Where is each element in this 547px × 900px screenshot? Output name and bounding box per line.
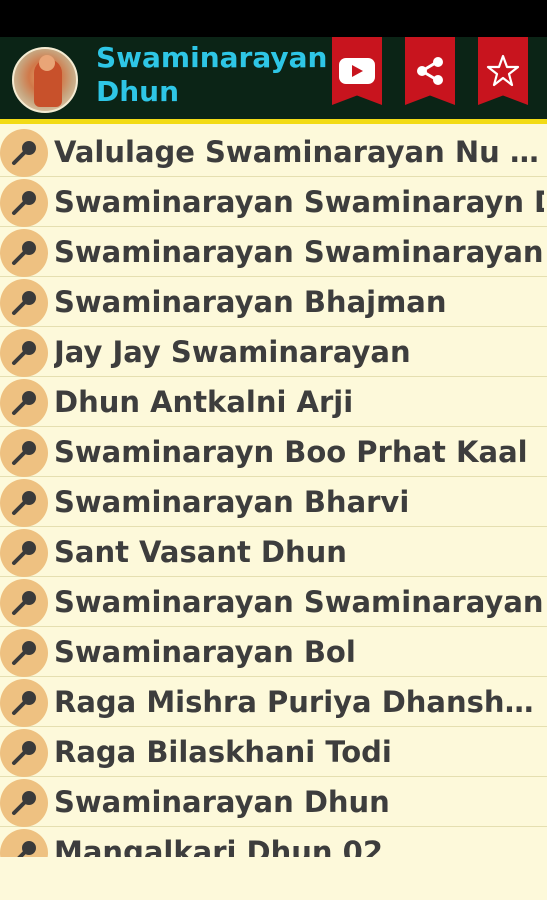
app-logo [12,47,78,113]
microphone-icon [0,229,48,277]
microphone-icon [0,479,48,527]
song-item[interactable]: Sant Vasant Dhun [0,527,547,577]
song-title: Jay Jay Swaminarayan [54,335,411,369]
song-title: Sant Vasant Dhun [54,535,347,569]
song-title: Swaminarayan Dhun [54,785,390,819]
song-title: Raga Bilaskhani Todi [54,735,392,769]
song-item[interactable]: Swaminarayan Swaminarayan [0,577,547,627]
microphone-icon [0,379,48,427]
song-item[interactable]: Dhun Antkalni Arji [0,377,547,427]
song-list[interactable]: Valulage Swaminarayan Nu Nam Swaminarayan… [0,127,547,857]
youtube-button[interactable] [332,37,382,105]
song-item[interactable]: Swaminarayan Bharvi [0,477,547,527]
song-title: Dhun Antkalni Arji [54,385,354,419]
favorite-button[interactable] [478,37,528,105]
share-icon [417,57,443,85]
microphone-icon [0,529,48,577]
song-item[interactable]: Swaminarayan Swaminarayn D... [0,177,547,227]
song-title: Swaminarayan Bharvi [54,485,410,519]
song-title: Swaminarayan Swaminarayn D... [54,185,544,219]
star-icon [486,54,520,87]
song-title: Swaminarayan Bhajman [54,285,447,319]
song-item[interactable]: Swaminarayan Bhajman [0,277,547,327]
status-bar [0,0,547,37]
share-button[interactable] [405,37,455,105]
microphone-icon [0,679,48,727]
microphone-icon [0,179,48,227]
app-header: Swaminarayan Dhun [0,37,547,119]
microphone-icon [0,729,48,777]
app-title-line1: Swaminarayan [96,41,328,74]
song-title: Mangalkari Dhun 02 [54,835,383,857]
microphone-icon [0,129,48,177]
microphone-icon [0,829,48,857]
app-title: Swaminarayan Dhun [96,41,328,109]
app-title-line2: Dhun [96,75,180,108]
song-item[interactable]: Swaminarayan Swaminarayan... [0,227,547,277]
song-item[interactable]: Mangalkari Dhun 02 [0,827,547,857]
bottom-area [0,857,547,900]
song-title: Swaminarayan Swaminarayan [54,585,544,619]
song-item[interactable]: Valulage Swaminarayan Nu Nam [0,127,547,177]
song-title: Valulage Swaminarayan Nu Nam [54,135,544,169]
youtube-icon [339,58,375,84]
song-item[interactable]: Swaminarayn Boo Prhat Kaal [0,427,547,477]
logo-head [39,55,55,71]
microphone-icon [0,579,48,627]
song-item[interactable]: Swaminarayan Bol [0,627,547,677]
microphone-icon [0,629,48,677]
microphone-icon [0,329,48,377]
song-title: Raga Mishra Puriya Dhanshree [54,685,544,719]
song-title: Swaminarayan Bol [54,635,356,669]
song-item[interactable]: Raga Bilaskhani Todi [0,727,547,777]
microphone-icon [0,279,48,327]
song-title: Swaminarayan Swaminarayan... [54,235,544,269]
microphone-icon [0,429,48,477]
song-item[interactable]: Raga Mishra Puriya Dhanshree [0,677,547,727]
microphone-icon [0,779,48,827]
song-item[interactable]: Jay Jay Swaminarayan [0,327,547,377]
song-title: Swaminarayn Boo Prhat Kaal [54,435,528,469]
song-item[interactable]: Swaminarayan Dhun [0,777,547,827]
header-divider [0,119,547,124]
